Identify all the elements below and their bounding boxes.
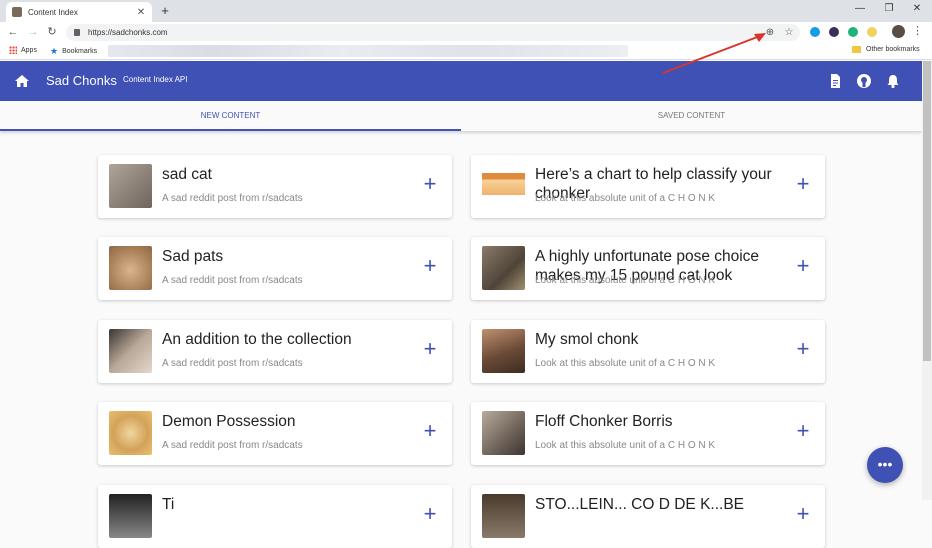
content-card[interactable]: Here’s a chart to help classify your cho… [471,155,825,218]
content-card[interactable]: sad cat A sad reddit post from r/sadcats… [98,155,452,218]
card-thumbnail [109,411,152,455]
add-content-icon[interactable]: + [422,420,438,442]
content-card[interactable]: Demon Possession A sad reddit post from … [98,402,452,465]
card-description: Look at this absolute unit of a C H O N … [535,193,716,204]
close-window-icon[interactable]: ✕ [910,3,924,14]
card-description: A sad reddit post from r/sadcats [162,275,303,286]
card-title: STO...LEIN... CO D DE K...BE [535,496,745,513]
github-icon[interactable] [856,73,872,89]
add-content-icon[interactable]: + [795,173,811,195]
add-content-icon[interactable]: + [795,338,811,360]
extension-cast-icon[interactable]: ⊕ [763,24,777,41]
card-description: A sad reddit post from r/sadcats [162,193,303,204]
card-thumbnail [109,246,152,290]
extension-2-icon[interactable] [829,27,839,37]
address-bar[interactable]: https://sadchonks.com ⊕ ☆ [66,24,800,41]
add-content-icon[interactable]: + [422,503,438,525]
apps-bookmark[interactable]: Apps [9,46,37,54]
add-content-icon[interactable]: + [795,255,811,277]
browser-tabstrip: Content Index ✕ + — ❐ ✕ [0,0,932,22]
other-bookmarks[interactable]: Other bookmarks [852,46,920,53]
apps-grid-icon [9,46,17,54]
card-description: Look at this absolute unit of a C H O N … [535,440,716,451]
reload-icon[interactable]: ↻ [45,24,59,40]
home-icon[interactable] [14,73,30,89]
card-title: sad cat [162,166,212,183]
content-card[interactable]: An addition to the collection A sad redd… [98,320,452,383]
card-thumbnail [109,329,152,373]
content-card[interactable]: Ti + [98,485,452,548]
card-thumbnail [482,329,525,373]
card-description: A sad reddit post from r/sadcats [162,358,303,369]
forward-icon[interactable]: → [26,24,40,40]
card-thumbnail [482,494,525,538]
folder-icon [852,46,861,53]
extension-3-icon[interactable] [848,27,858,37]
add-content-icon[interactable]: + [422,338,438,360]
add-content-icon[interactable]: + [795,420,811,442]
card-thumbnail [482,164,525,208]
content-card[interactable]: A highly unfortunate pose choice makes m… [471,237,825,300]
content-card[interactable]: Floff Chonker Borris Look at this absolu… [471,402,825,465]
brand-title[interactable]: Sad Chonks [46,73,117,88]
restore-icon[interactable]: ❐ [882,3,896,14]
other-bookmarks-label: Other bookmarks [866,46,920,53]
extension-4-icon[interactable] [867,27,877,37]
card-title: My smol chonk [535,331,639,348]
card-description: Look at this absolute unit of a C H O N … [535,358,716,369]
card-thumbnail [109,164,152,208]
content-card[interactable]: Sad pats A sad reddit post from r/sadcat… [98,237,452,300]
close-tab-icon[interactable]: ✕ [136,7,146,18]
bookmarks-star-icon: ★ [50,46,59,56]
content-card[interactable]: My smol chonk Look at this absolute unit… [471,320,825,383]
scrollbar-thumb[interactable] [923,61,931,361]
card-title: Sad pats [162,248,224,265]
bookmark-star-icon[interactable]: ☆ [782,24,796,41]
tab-favicon-icon [12,7,22,17]
more-horizontal-icon: ••• [877,456,893,472]
card-title: An addition to the collection [162,331,352,348]
new-tab-button[interactable]: + [158,3,172,18]
notifications-bell-icon[interactable] [885,73,901,89]
app-header: Sad Chonks Content Index API [0,61,922,101]
profile-avatar[interactable] [892,25,905,38]
brand-subtitle: Content Index API [123,75,188,84]
minimize-icon[interactable]: — [853,3,867,14]
tab-title: Content Index [28,7,78,17]
card-description: Look at this absolute unit of a C H O N … [535,275,716,286]
card-title: Ti [162,496,175,513]
add-content-icon[interactable]: + [795,503,811,525]
document-icon[interactable] [827,73,843,89]
content-card[interactable]: STO...LEIN... CO D DE K...BE + [471,485,825,548]
card-title: Floff Chonker Borris [535,413,673,430]
add-content-icon[interactable]: + [422,173,438,195]
browser-toolbar: ← → ↻ https://sadchonks.com ⊕ ☆ [0,22,932,42]
card-thumbnail [482,411,525,455]
tab-saved-content[interactable]: SAVED CONTENT [461,101,922,131]
back-icon[interactable]: ← [6,24,20,40]
bookmarks-folder[interactable]: ★ Bookmarks [50,46,97,57]
extension-1-icon[interactable] [810,27,820,37]
card-thumbnail [482,246,525,290]
card-thumbnail [109,494,152,538]
content-tabs: NEW CONTENT SAVED CONTENT [0,101,922,131]
lock-icon [74,29,80,36]
url-text: https://sadchonks.com [88,28,168,37]
browser-menu-icon[interactable]: ⋮ [912,24,923,37]
card-description: A sad reddit post from r/sadcats [162,440,303,451]
browser-tab[interactable]: Content Index ✕ [6,2,152,22]
apps-label: Apps [21,46,37,54]
blurred-bookmarks [108,45,628,57]
more-options-fab[interactable]: ••• [867,447,903,483]
bookmarks-label: Bookmarks [62,48,98,55]
tab-new-content[interactable]: NEW CONTENT [0,101,461,131]
add-content-icon[interactable]: + [422,255,438,277]
card-title: Demon Possession [162,413,296,430]
bookmarks-bar: Apps ★ Bookmarks Other bookmarks [0,42,932,60]
